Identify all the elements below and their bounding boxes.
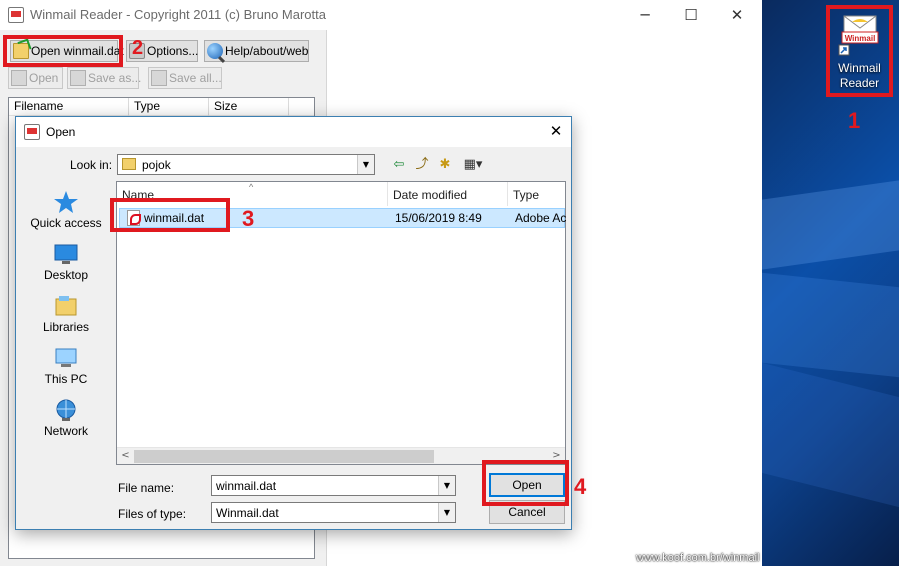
light-beam — [762, 272, 899, 378]
chevron-down-icon[interactable]: ▼ — [438, 476, 455, 495]
place-label: This PC — [44, 372, 88, 386]
highlight-step-1 — [826, 5, 893, 97]
open-icon — [11, 70, 27, 86]
save-as-button[interactable]: Save as... — [67, 67, 142, 89]
sort-ascending-icon: ^ — [249, 182, 254, 192]
chevron-down-icon[interactable]: ▼ — [438, 503, 455, 522]
view-menu-icon[interactable]: ▦▾ — [459, 156, 487, 174]
scrollbar-thumb[interactable] — [134, 450, 434, 463]
look-in-value: pojok — [142, 158, 171, 172]
save-as-label: Save as... — [88, 71, 142, 85]
place-this-pc[interactable]: This PC — [23, 342, 109, 394]
star-icon — [54, 191, 78, 213]
help-button[interactable]: Help/about/web — [204, 40, 309, 62]
light-beam — [762, 362, 899, 508]
files-of-type-select[interactable]: Winmail.dat ▼ — [211, 502, 456, 523]
save-all-icon — [151, 70, 167, 86]
column-size[interactable]: Size — [209, 98, 289, 116]
place-label: Desktop — [43, 268, 89, 282]
column-date-modified[interactable]: Date modified — [388, 182, 508, 206]
place-quick-access[interactable]: Quick access — [23, 186, 109, 238]
file-name-input[interactable]: winmail.dat ▼ — [211, 475, 456, 496]
places-bar: Quick access Desktop Libraries This PC N… — [23, 181, 109, 441]
dialog-titlebar[interactable]: Open ✕ — [16, 117, 571, 147]
scroll-left-icon[interactable]: < — [117, 448, 134, 465]
save-all-label: Save all... — [169, 71, 222, 85]
up-folder-icon[interactable]: ⤴ — [412, 156, 432, 174]
files-of-type-value: Winmail.dat — [216, 506, 279, 520]
place-label: Libraries — [42, 320, 90, 334]
dialog-title: Open — [46, 125, 76, 139]
app-titlebar[interactable]: Winmail Reader - Copyright 2011 (c) Brun… — [0, 0, 762, 30]
column-type[interactable]: Type — [129, 98, 209, 116]
step-number-3: 3 — [242, 206, 255, 231]
libraries-folder-icon — [55, 296, 77, 316]
look-in-dropdown[interactable]: pojok ▼ — [117, 154, 375, 175]
maximize-button[interactable]: ☐ — [668, 0, 714, 30]
save-all-button[interactable]: Save all... — [148, 67, 222, 89]
open-label: Open — [29, 71, 59, 85]
place-label: Network — [43, 424, 88, 438]
place-desktop[interactable]: Desktop — [23, 238, 109, 290]
help-label: Help/about/web — [225, 44, 309, 58]
desktop-icon — [54, 244, 78, 264]
dialog-logo-icon — [24, 124, 40, 140]
app-logo-icon — [8, 7, 24, 23]
place-libraries[interactable]: Libraries — [23, 290, 109, 342]
magnifier-globe-icon — [207, 43, 223, 59]
minimize-button[interactable]: ─ — [622, 0, 668, 30]
new-folder-icon[interactable]: ✱ — [435, 156, 455, 174]
dialog-close-button[interactable]: ✕ — [541, 117, 571, 147]
highlight-step-4 — [482, 460, 569, 506]
files-of-type-label: Files of type: — [118, 507, 187, 521]
light-beam — [762, 180, 899, 270]
computer-icon — [55, 348, 77, 367]
close-button[interactable]: ✕ — [714, 0, 760, 30]
highlight-step-3 — [110, 198, 230, 232]
folder-icon — [122, 158, 136, 170]
place-label: Quick access — [30, 216, 102, 230]
file-type: Adobe Ac — [515, 211, 567, 225]
step-number-4: 4 — [574, 474, 587, 499]
network-globe-icon — [56, 399, 76, 421]
step-number-1: 1 — [848, 108, 861, 133]
highlight-step-2 — [3, 35, 123, 67]
chevron-down-icon[interactable]: ▼ — [357, 155, 374, 174]
file-date: 15/06/2019 8:49 — [395, 211, 482, 225]
file-name-label: File name: — [118, 481, 175, 495]
place-network[interactable]: Network — [23, 394, 109, 446]
file-name-value: winmail.dat — [216, 479, 277, 493]
open-attachment-button[interactable]: Open — [8, 67, 63, 89]
step-number-2: 2 — [132, 37, 144, 59]
list-header: Filename Type Size — [9, 98, 314, 116]
save-icon — [70, 70, 86, 86]
watermark: www.koof.com.br/winmail — [636, 552, 760, 564]
options-label: Options... — [147, 44, 199, 58]
column-filename[interactable]: Filename — [9, 98, 129, 116]
app-title: Winmail Reader - Copyright 2011 (c) Brun… — [30, 7, 326, 22]
column-type[interactable]: Type — [508, 182, 565, 206]
look-in-label: Look in: — [70, 158, 113, 172]
back-arrow-icon[interactable]: ⇦ — [389, 156, 409, 174]
